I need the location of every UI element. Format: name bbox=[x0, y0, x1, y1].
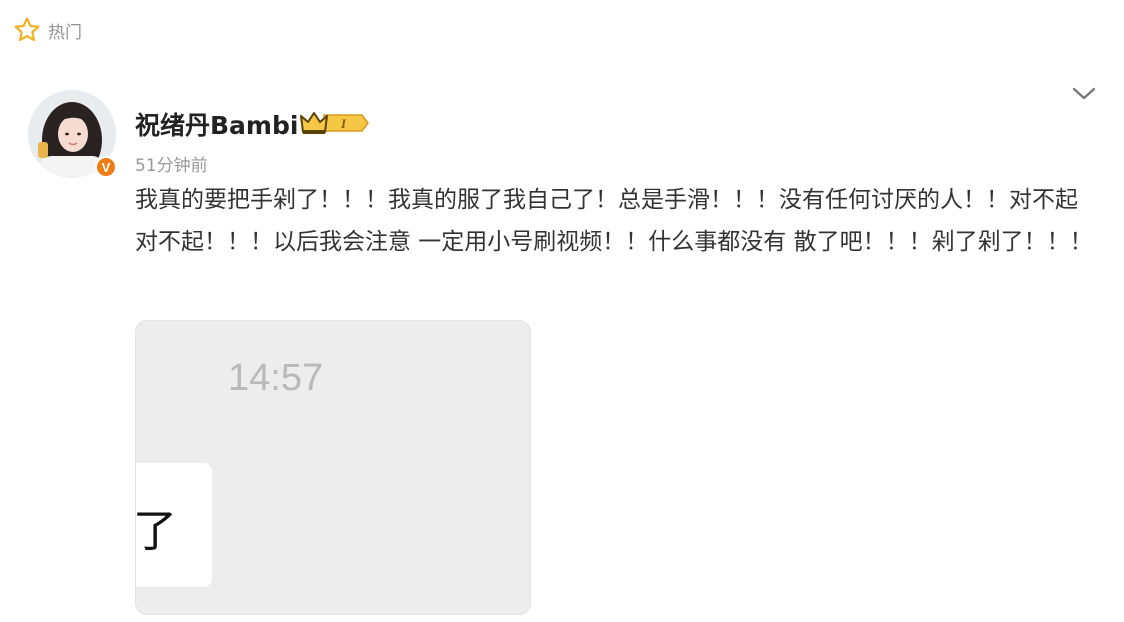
image-clock-text: 14:57 bbox=[228, 357, 324, 399]
post-timestamp[interactable]: 51分钟前 bbox=[135, 151, 208, 176]
verified-v-icon: V bbox=[95, 156, 117, 178]
star-outline-icon bbox=[12, 15, 42, 45]
image-bubble-text: 了 bbox=[135, 506, 177, 557]
hot-section-label: 热门 bbox=[48, 22, 82, 43]
chevron-down-icon bbox=[1071, 86, 1097, 106]
hot-section-tag[interactable]: 热门 bbox=[12, 15, 82, 45]
vip-level-label: I bbox=[340, 116, 347, 131]
post-menu-button[interactable] bbox=[1068, 82, 1100, 110]
author-name[interactable]: 祝绪丹Bambi bbox=[135, 106, 298, 142]
weibo-post-page: 热门 V 祝绪丹Bambi I 51分钟前 我真的要把手剁了！！！我真的服了我自… bbox=[0, 0, 1124, 622]
post-body-text: 我真的要把手剁了！！！我真的服了我自己了！总是手滑！！！没有任何讨厌的人！！对不… bbox=[135, 187, 1093, 255]
image-chat-bubble: 了 bbox=[136, 463, 212, 587]
crown-vip-level-icon[interactable]: I bbox=[298, 108, 370, 138]
post-image-thumbnail[interactable]: 14:57 了 bbox=[135, 320, 531, 615]
